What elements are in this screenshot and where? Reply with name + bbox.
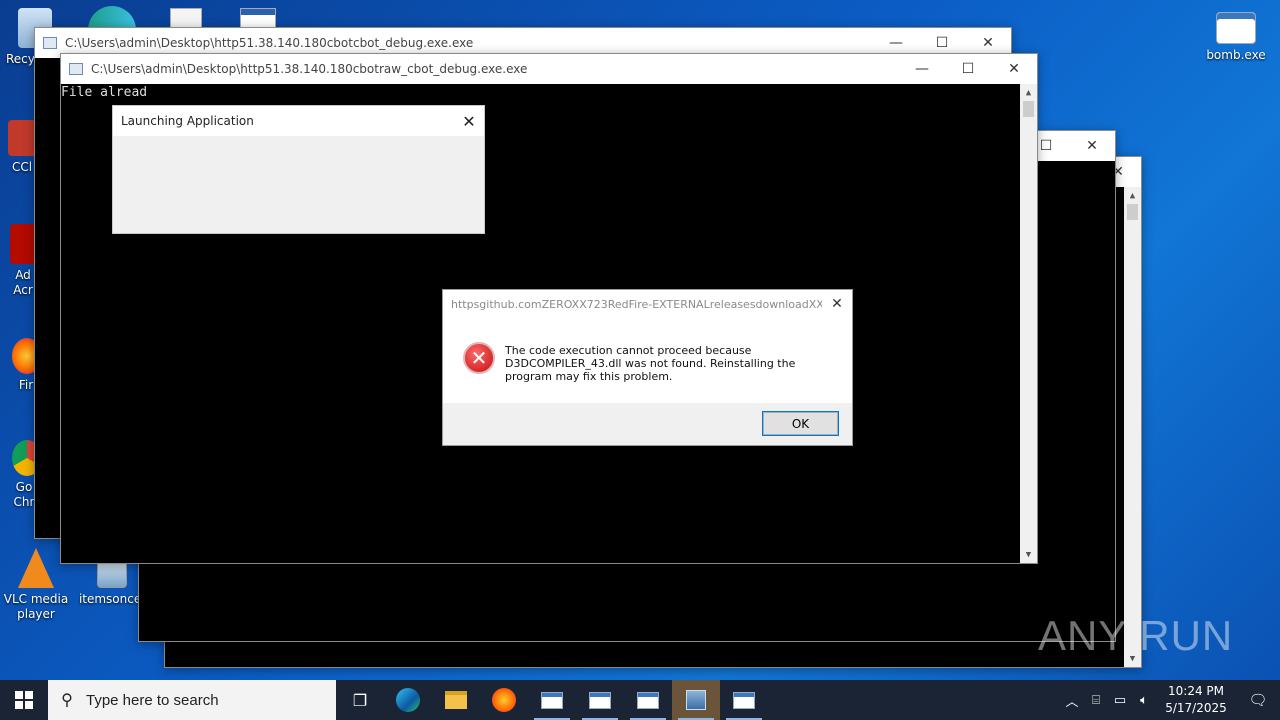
task-view-icon: ❐: [352, 690, 368, 710]
search-placeholder: Type here to search: [86, 691, 219, 709]
error-icon: ✕: [463, 342, 495, 374]
scroll-thumb[interactable]: [1023, 101, 1034, 117]
clock-date: 5/17/2025: [1165, 701, 1227, 715]
error-message: The code execution cannot proceed becaus…: [505, 344, 796, 383]
start-button[interactable]: [0, 680, 48, 720]
vlc-icon: [18, 548, 54, 588]
minimize-button[interactable]: —: [899, 54, 945, 84]
console-app-icon: [69, 63, 83, 75]
exe-file-icon: [1216, 12, 1256, 44]
error-dialog[interactable]: httpsgithub.comZEROXX723RedFire-EXTERNAL…: [442, 289, 853, 446]
launching-application-dialog[interactable]: Launching Application ✕: [112, 105, 485, 234]
taskbar-firefox[interactable]: [480, 680, 528, 720]
task-view-button[interactable]: ❐: [336, 680, 384, 720]
taskbar-file-explorer[interactable]: [432, 680, 480, 720]
scroll-thumb[interactable]: [1127, 204, 1138, 220]
desktop-icon-bomb-exe[interactable]: bomb.exe: [1200, 12, 1272, 63]
taskbar-console-3[interactable]: [624, 680, 672, 720]
console-window-icon: [541, 691, 563, 709]
close-icon[interactable]: ✕: [454, 112, 484, 131]
console-text: File alread: [61, 85, 148, 100]
close-icon[interactable]: ✕: [822, 296, 852, 312]
taskbar-console-4[interactable]: [720, 680, 768, 720]
console-window-icon: [733, 691, 755, 709]
folder-icon: [445, 691, 467, 709]
notification-icon[interactable]: 🗨︎: [1236, 691, 1280, 709]
volume-icon[interactable]: 🔈︎: [1132, 693, 1156, 708]
display-icon[interactable]: ▭: [1108, 693, 1132, 708]
anyrun-watermark: ANY RUN: [1038, 612, 1234, 659]
console-window-icon: [589, 691, 611, 709]
window-title: C:\Users\admin\Desktop\http51.38.140.180…: [65, 36, 474, 50]
system-tray: ︿ ⌸ ▭ 🔈︎ 10:24 PM 5/17/2025 🗨︎: [1060, 680, 1280, 720]
window-title: C:\Users\admin\Desktop\http51.38.140.180…: [91, 62, 528, 76]
console-window-icon: [637, 691, 659, 709]
dialog-title: httpsgithub.comZEROXX723RedFire-EXTERNAL…: [451, 297, 822, 311]
vertical-scrollbar[interactable]: ▲ ▼: [1124, 187, 1141, 667]
installer-icon: [686, 690, 706, 710]
edge-icon: [396, 688, 420, 712]
taskbar-installer[interactable]: [672, 680, 720, 720]
taskbar: ⚲ Type here to search ❐ ︿ ⌸ ▭ 🔈︎ 10:24 P…: [0, 680, 1280, 720]
close-button[interactable]: ✕: [1069, 131, 1115, 161]
search-icon: ⚲: [61, 692, 73, 709]
chevron-up-icon[interactable]: ︿: [1060, 691, 1084, 710]
close-button[interactable]: ✕: [991, 54, 1037, 84]
scroll-up-arrow-icon[interactable]: ▲: [1020, 84, 1037, 101]
console-app-icon: [43, 37, 57, 49]
taskbar-search-box[interactable]: ⚲ Type here to search: [48, 680, 336, 720]
dialog-title: Launching Application: [121, 114, 254, 128]
maximize-button[interactable]: ☐: [945, 54, 991, 84]
windows-logo-icon: [15, 691, 33, 709]
taskbar-console-2[interactable]: [576, 680, 624, 720]
taskbar-console-1[interactable]: [528, 680, 576, 720]
taskbar-edge[interactable]: [384, 680, 432, 720]
vertical-scrollbar[interactable]: ▲ ▼: [1020, 84, 1037, 563]
clock[interactable]: 10:24 PM 5/17/2025: [1156, 683, 1236, 717]
ok-button[interactable]: OK: [762, 411, 839, 436]
scroll-up-arrow-icon[interactable]: ▲: [1124, 187, 1141, 204]
network-icon[interactable]: ⌸: [1084, 693, 1108, 708]
clock-time: 10:24 PM: [1168, 684, 1224, 698]
scroll-down-arrow-icon[interactable]: ▼: [1020, 546, 1037, 563]
firefox-icon: [492, 688, 516, 712]
